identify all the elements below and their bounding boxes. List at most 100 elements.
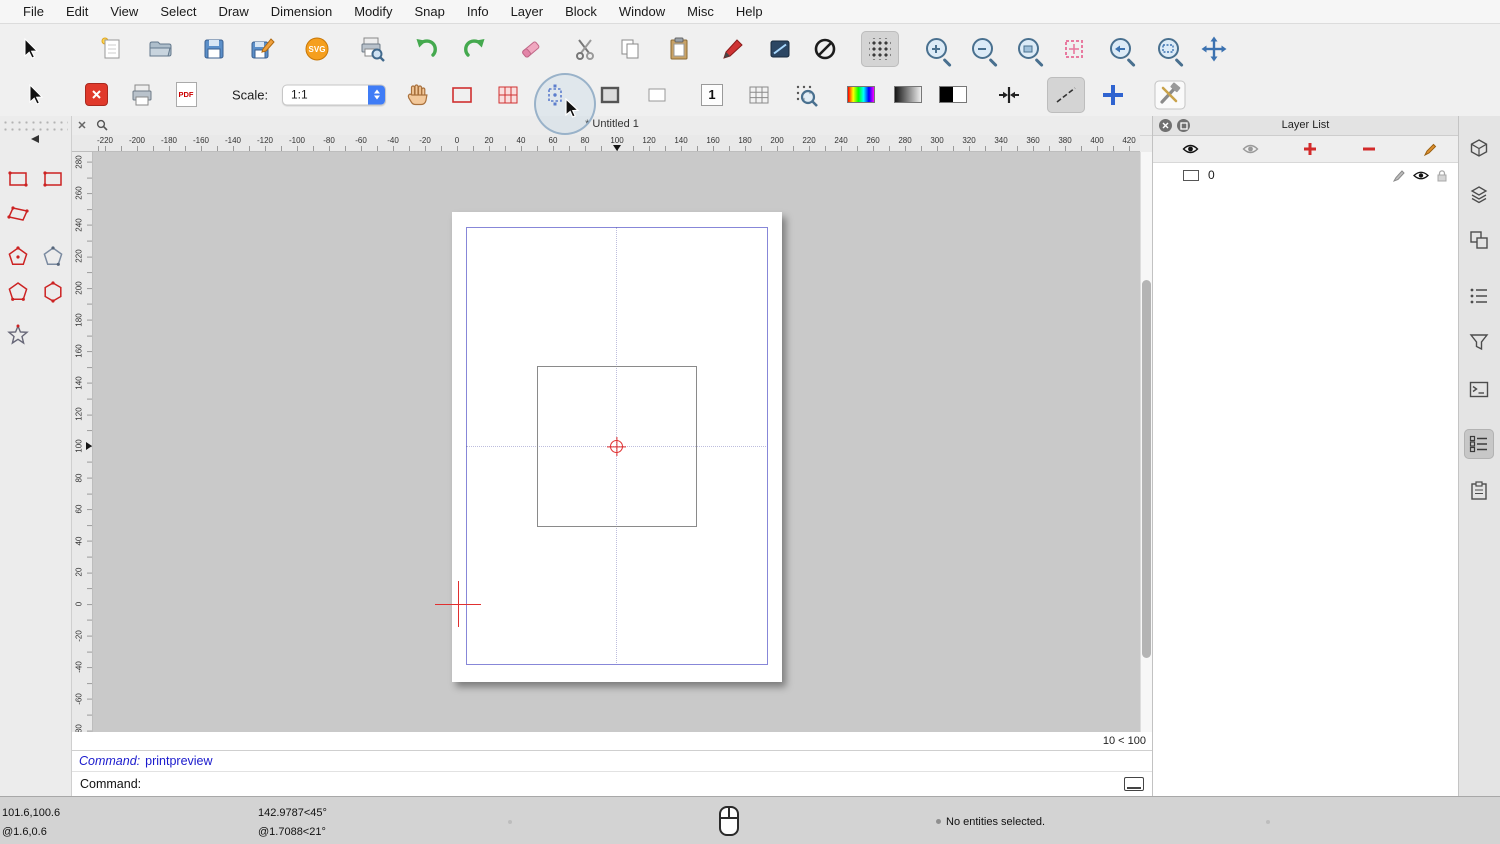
pen-attributes-button[interactable] xyxy=(714,31,752,67)
copy-icon xyxy=(617,36,643,62)
cut-button[interactable] xyxy=(566,31,604,67)
zoom-out-button[interactable] xyxy=(963,31,1001,67)
menu-block[interactable]: Block xyxy=(554,4,608,19)
menu-snap[interactable]: Snap xyxy=(404,4,456,19)
zoom-in-button[interactable] xyxy=(917,31,955,67)
grayscale-button[interactable] xyxy=(889,77,927,113)
menu-window[interactable]: Window xyxy=(608,4,676,19)
tool-polygon-center-corner[interactable] xyxy=(4,243,32,271)
ruler-h: -220-200-180-160-140-120-100-80-60-40-20… xyxy=(93,135,1140,152)
zoom-window-button[interactable] xyxy=(1149,31,1187,67)
command-input[interactable] xyxy=(146,776,1124,792)
paste-button[interactable] xyxy=(660,31,698,67)
no-fill-button[interactable] xyxy=(806,31,844,67)
light-page-button[interactable] xyxy=(638,77,676,113)
crosshair-plus-button[interactable] xyxy=(1094,77,1132,113)
tool-parallelogram[interactable] xyxy=(4,200,32,228)
dock-layer-list-button[interactable] xyxy=(1464,429,1494,459)
dark-page-button[interactable] xyxy=(591,77,629,113)
entity-properties-button[interactable] xyxy=(761,31,799,67)
tool-polygon-vertices[interactable] xyxy=(39,278,67,306)
dock-command-line-button[interactable] xyxy=(1464,374,1494,404)
dock-layers-button[interactable] xyxy=(1464,180,1494,210)
print-button[interactable] xyxy=(123,77,161,113)
menu-file[interactable]: File xyxy=(12,4,55,19)
ruler-h-label: -100 xyxy=(289,136,305,145)
pan-hand-button[interactable] xyxy=(398,77,436,113)
collapse-dock-button[interactable] xyxy=(22,132,48,146)
menu-edit[interactable]: Edit xyxy=(55,4,99,19)
close-print-preview-button[interactable] xyxy=(77,77,115,113)
menu-draw[interactable]: Draw xyxy=(207,4,259,19)
edit-layer-button[interactable] xyxy=(1419,139,1441,159)
line-style-button[interactable] xyxy=(1047,77,1085,113)
menu-layer[interactable]: Layer xyxy=(500,4,555,19)
dock-3d-view-button[interactable] xyxy=(1464,133,1494,163)
tool-rectangle[interactable] xyxy=(4,165,32,193)
tool-polygon-2-corners[interactable] xyxy=(39,243,67,271)
save-as-button[interactable] xyxy=(243,31,281,67)
zoom-auto-button[interactable] xyxy=(1009,31,1047,67)
layer-row[interactable]: 0 xyxy=(1153,163,1458,187)
tool-star[interactable] xyxy=(4,321,32,349)
dock-entity-list-button[interactable] xyxy=(1464,281,1494,311)
layer-visibility-eye-icon[interactable] xyxy=(1413,170,1429,181)
print-preview-button[interactable] xyxy=(352,31,390,67)
color-palette-button[interactable] xyxy=(842,77,880,113)
layer-color-swatch[interactable] xyxy=(1183,170,1199,181)
zoom-grid-button[interactable] xyxy=(786,77,824,113)
tool-polygon-side[interactable] xyxy=(4,278,32,306)
black-white-button[interactable] xyxy=(934,77,972,113)
menu-help[interactable]: Help xyxy=(725,4,774,19)
copy-button[interactable] xyxy=(611,31,649,67)
menu-info[interactable]: Info xyxy=(456,4,500,19)
export-svg-button[interactable]: SVG xyxy=(298,31,336,67)
select-tool-button-2[interactable] xyxy=(16,77,54,113)
menu-view[interactable]: View xyxy=(99,4,149,19)
export-pdf-button[interactable]: PDF xyxy=(167,77,205,113)
open-file-button[interactable] xyxy=(141,31,179,67)
menu-dimension[interactable]: Dimension xyxy=(260,4,343,19)
hide-all-layers-button[interactable] xyxy=(1239,139,1261,159)
vertical-scrollbar-thumb[interactable] xyxy=(1142,280,1151,658)
menu-modify[interactable]: Modify xyxy=(343,4,403,19)
page-number-button[interactable]: 1 xyxy=(693,77,731,113)
delete-button[interactable] xyxy=(512,31,550,67)
dock-blocks-button[interactable] xyxy=(1464,225,1494,255)
redo-button[interactable] xyxy=(455,31,493,67)
select-tool-button[interactable] xyxy=(11,31,49,67)
zoom-previous-button[interactable] xyxy=(1101,31,1139,67)
page-outline-button[interactable] xyxy=(443,77,481,113)
dock-drag-handle[interactable] xyxy=(2,119,68,131)
ruler-h-label: 320 xyxy=(962,136,975,145)
grid-toggle-button[interactable] xyxy=(861,31,899,67)
minus-icon xyxy=(1362,142,1376,156)
tool-rectangle-2-corners[interactable] xyxy=(39,165,67,193)
ruler-h-label: 20 xyxy=(485,136,494,145)
add-layer-button[interactable] xyxy=(1299,139,1321,159)
layer-lock-icon[interactable] xyxy=(1436,169,1448,182)
hand-icon xyxy=(404,82,430,108)
new-document-button[interactable] xyxy=(93,31,131,67)
tools-settings-button[interactable] xyxy=(1151,77,1189,113)
grid-table-button[interactable] xyxy=(740,77,778,113)
ruler-h-label: 0 xyxy=(455,136,459,145)
tile-pages-button[interactable] xyxy=(489,77,527,113)
redraw-button[interactable] xyxy=(1055,31,1093,67)
show-all-layers-button[interactable] xyxy=(1179,139,1201,159)
dock-filter-button[interactable] xyxy=(1464,327,1494,357)
page-number-text: 1 xyxy=(708,87,715,102)
scale-stepper-icon[interactable] xyxy=(368,85,385,104)
dock-clipboard-button[interactable] xyxy=(1464,476,1494,506)
undo-button[interactable] xyxy=(408,31,446,67)
remove-layer-button[interactable] xyxy=(1358,139,1380,159)
layer-edit-pencil-icon[interactable] xyxy=(1393,169,1406,182)
zoom-pan-button[interactable] xyxy=(1195,31,1233,67)
fit-width-button[interactable] xyxy=(990,77,1028,113)
drawing-canvas[interactable] xyxy=(93,152,1140,732)
save-button[interactable] xyxy=(195,31,233,67)
menu-select[interactable]: Select xyxy=(149,4,207,19)
scale-select[interactable]: 1:1 xyxy=(282,84,386,105)
menu-misc[interactable]: Misc xyxy=(676,4,725,19)
keyboard-toggle-icon[interactable] xyxy=(1124,777,1144,791)
